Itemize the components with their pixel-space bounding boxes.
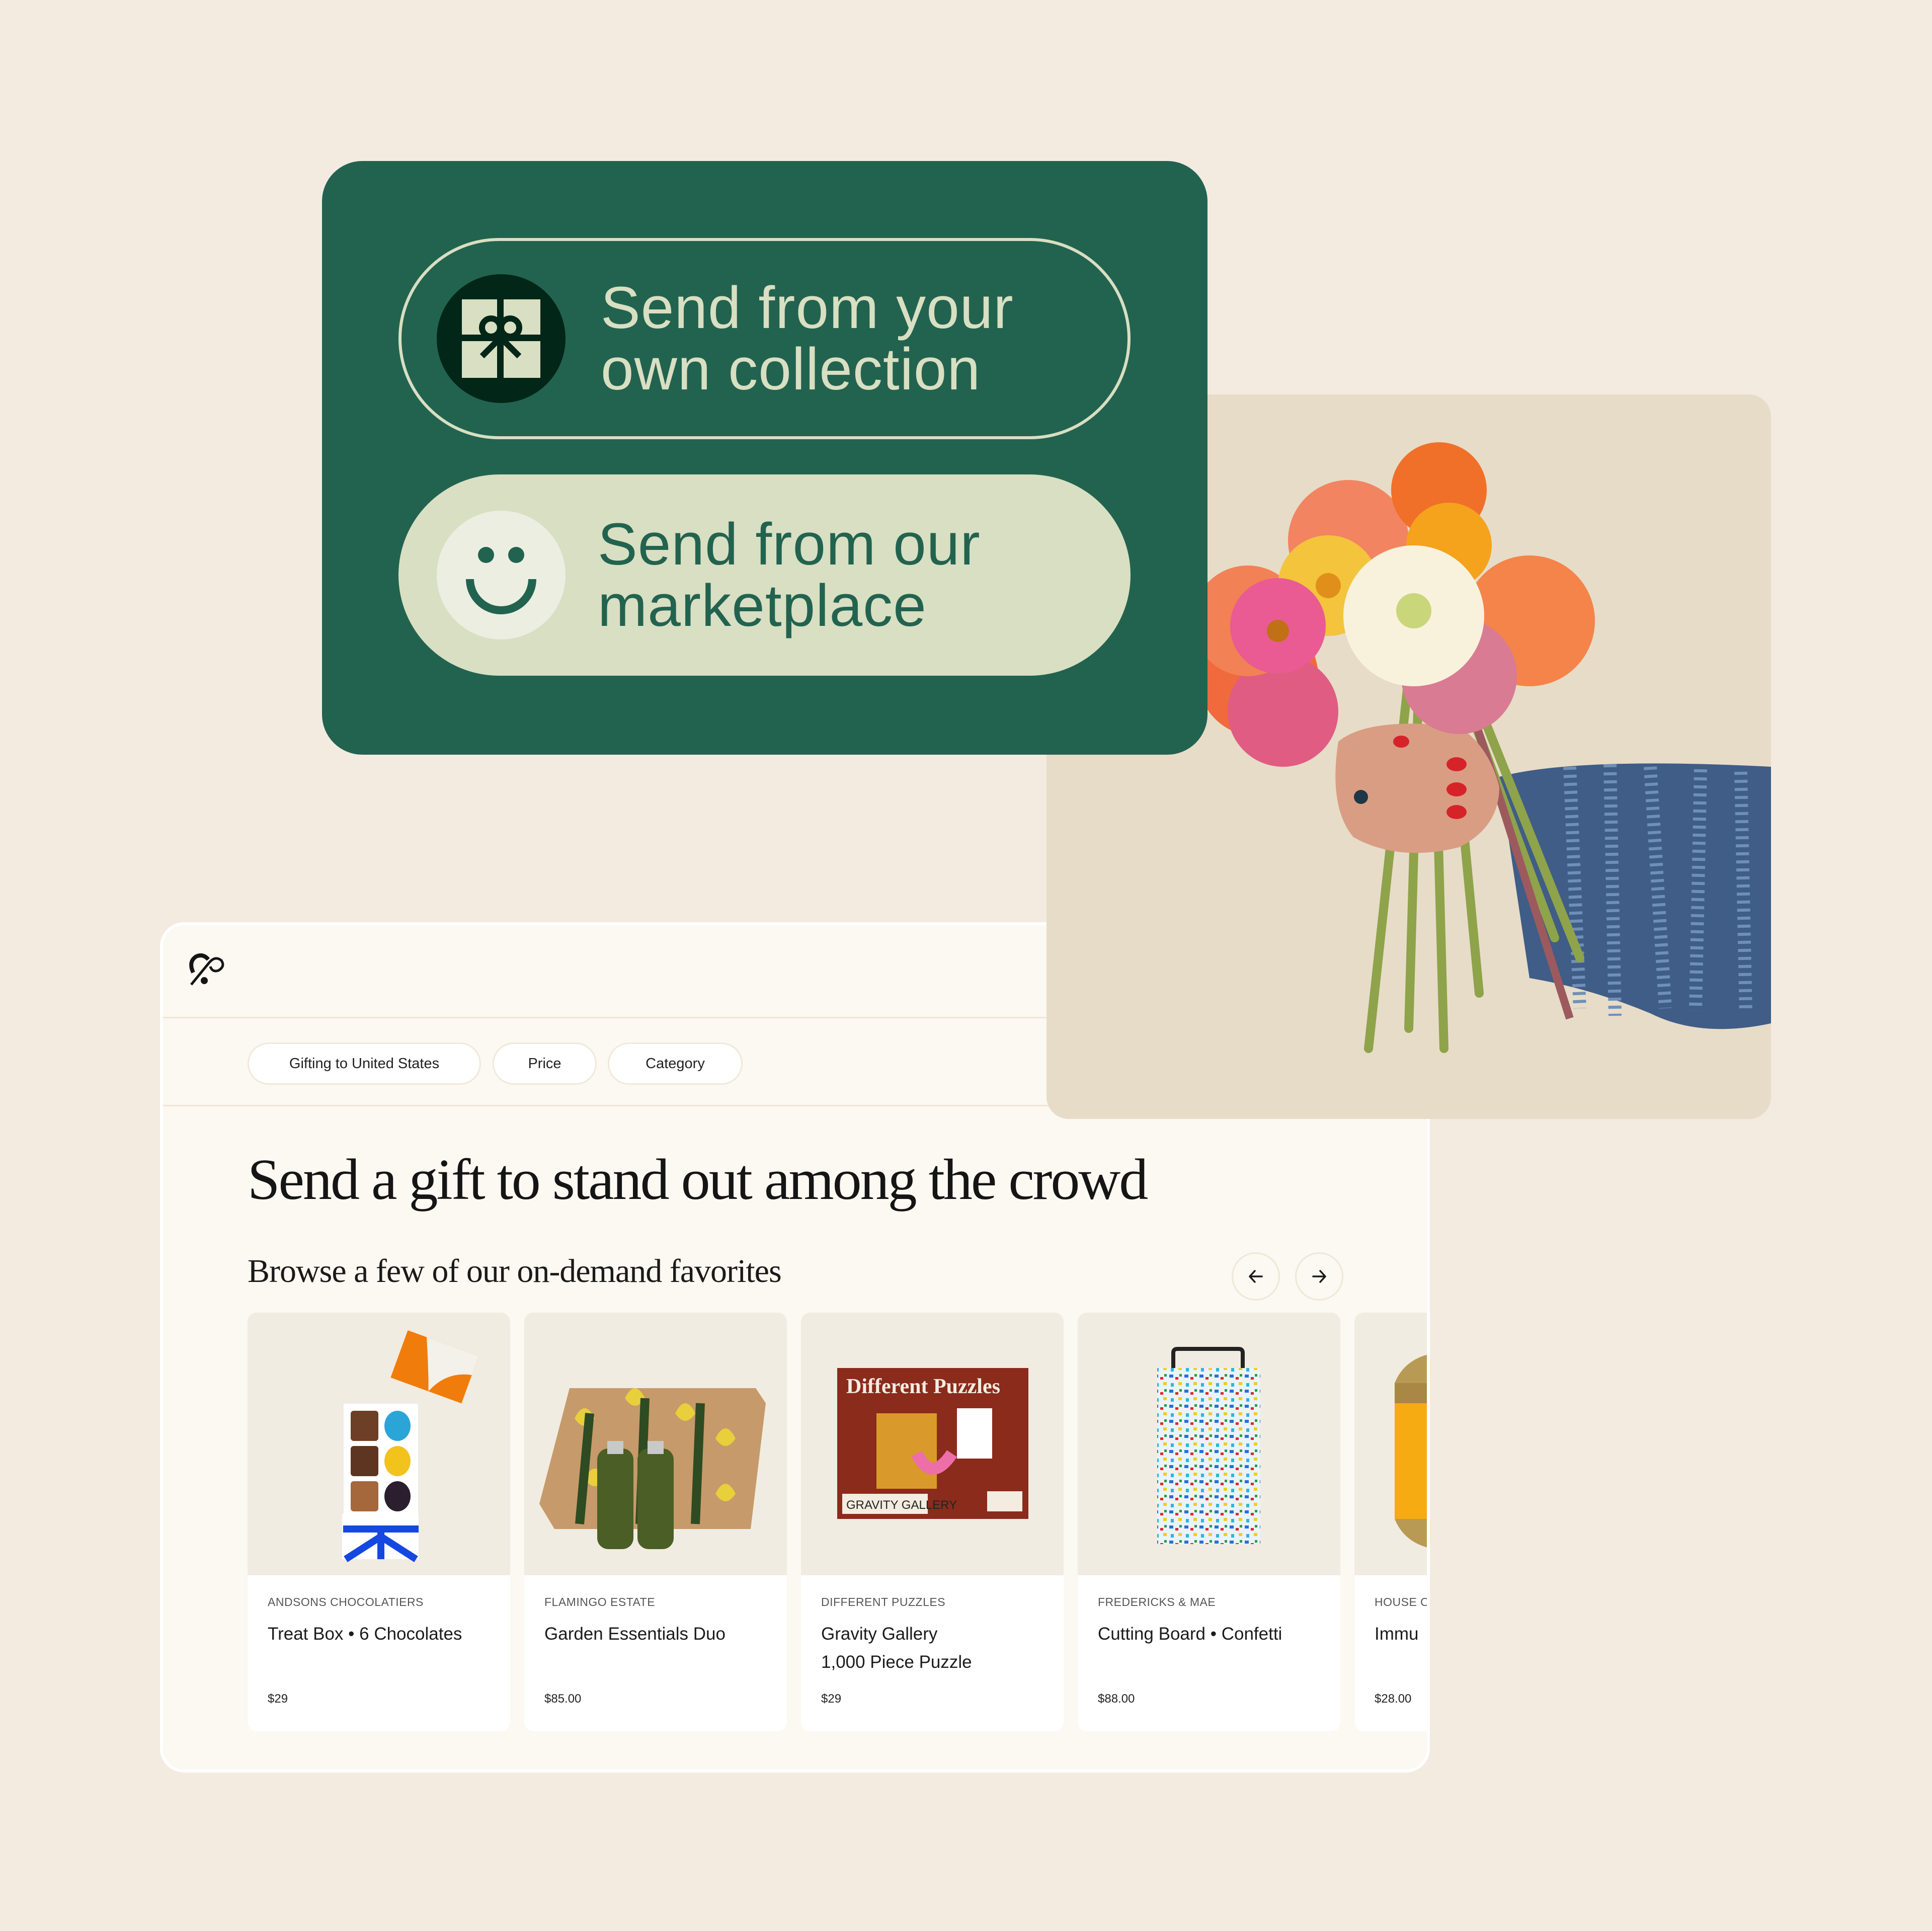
marketplace-label: Send from our marketplace [598, 514, 981, 636]
product-name[interactable]: Immu [1375, 1620, 1427, 1648]
product-price: $85.00 [544, 1692, 582, 1706]
product-name-line-1: Gravity Gallery [821, 1624, 938, 1644]
svg-text:GRAVITY GALLERY: GRAVITY GALLERY [846, 1498, 957, 1512]
product-brand: FREDERICKS & MAE [1098, 1595, 1216, 1608]
filter-category[interactable]: Category [608, 1042, 743, 1085]
marketplace-line-2: marketplace [598, 573, 927, 639]
product-card[interactable]: FREDERICKS & MAE Cutting Board • Confett… [1078, 1313, 1340, 1731]
marketplace-line-1: Send from our [598, 511, 981, 578]
product-name-line-2: 1,000 Piece Puzzle [821, 1652, 972, 1672]
product-card[interactable]: HOUSE O Immu $28.00 [1354, 1313, 1430, 1731]
carousel-next-button[interactable] [1295, 1252, 1343, 1301]
svg-text:Different Puzzles: Different Puzzles [846, 1375, 1000, 1398]
product-image-garden-essentials [524, 1313, 787, 1575]
product-image-chocolates [248, 1313, 510, 1575]
own-collection-line-2: own collection [601, 336, 981, 403]
product-brand: FLAMINGO ESTATE [544, 1595, 656, 1608]
send-options-card: Send from your own collection Send from … [322, 161, 1208, 755]
send-from-marketplace-option[interactable]: Send from our marketplace [398, 474, 1131, 676]
own-collection-line-1: Send from your [601, 275, 1014, 341]
carousel-prev-button[interactable] [1232, 1252, 1280, 1301]
product-image-immunity [1354, 1313, 1427, 1575]
product-card[interactable]: FLAMINGO ESTATE Garden Essentials Duo $8… [524, 1313, 787, 1731]
product-price: $88.00 [1098, 1692, 1135, 1706]
product-carousel: ANDSONS CHOCOLATIERS Treat Box • 6 Choco… [248, 1313, 1430, 1731]
product-card[interactable]: Different Puzzles GRAVITY GALLERY DIFFER… [801, 1313, 1064, 1731]
arrow-left-icon [1249, 1270, 1263, 1283]
product-price: $29 [821, 1692, 842, 1706]
product-name[interactable]: Garden Essentials Duo [544, 1620, 767, 1648]
product-name[interactable]: Gravity Gallery 1,000 Piece Puzzle [821, 1620, 1043, 1676]
product-image-cutting-board [1078, 1313, 1340, 1575]
own-collection-label: Send from your own collection [601, 277, 1014, 400]
send-from-own-collection-option[interactable]: Send from your own collection [398, 238, 1131, 439]
smiley-icon [437, 511, 566, 639]
product-price: $28.00 [1375, 1692, 1412, 1706]
arrow-right-icon [1312, 1270, 1326, 1283]
product-name[interactable]: Treat Box • 6 Chocolates [268, 1620, 490, 1648]
page-headline: Send a gift to stand out among the crowd [248, 1148, 1148, 1212]
product-image-puzzle: Different Puzzles GRAVITY GALLERY [801, 1313, 1064, 1575]
product-brand: DIFFERENT PUZZLES [821, 1595, 946, 1608]
product-brand: HOUSE O [1375, 1595, 1430, 1608]
gift-icon [437, 274, 566, 403]
filter-price[interactable]: Price [493, 1042, 597, 1085]
filter-gifting-country[interactable]: Gifting to United States [248, 1042, 481, 1085]
product-card[interactable]: ANDSONS CHOCOLATIERS Treat Box • 6 Choco… [248, 1313, 510, 1731]
section-subheading: Browse a few of our on-demand favorites [248, 1253, 782, 1290]
product-brand: ANDSONS CHOCOLATIERS [268, 1595, 424, 1608]
product-price: $29 [268, 1692, 288, 1706]
product-name[interactable]: Cutting Board • Confetti [1098, 1620, 1320, 1648]
loop-logo-icon[interactable] [188, 952, 225, 988]
